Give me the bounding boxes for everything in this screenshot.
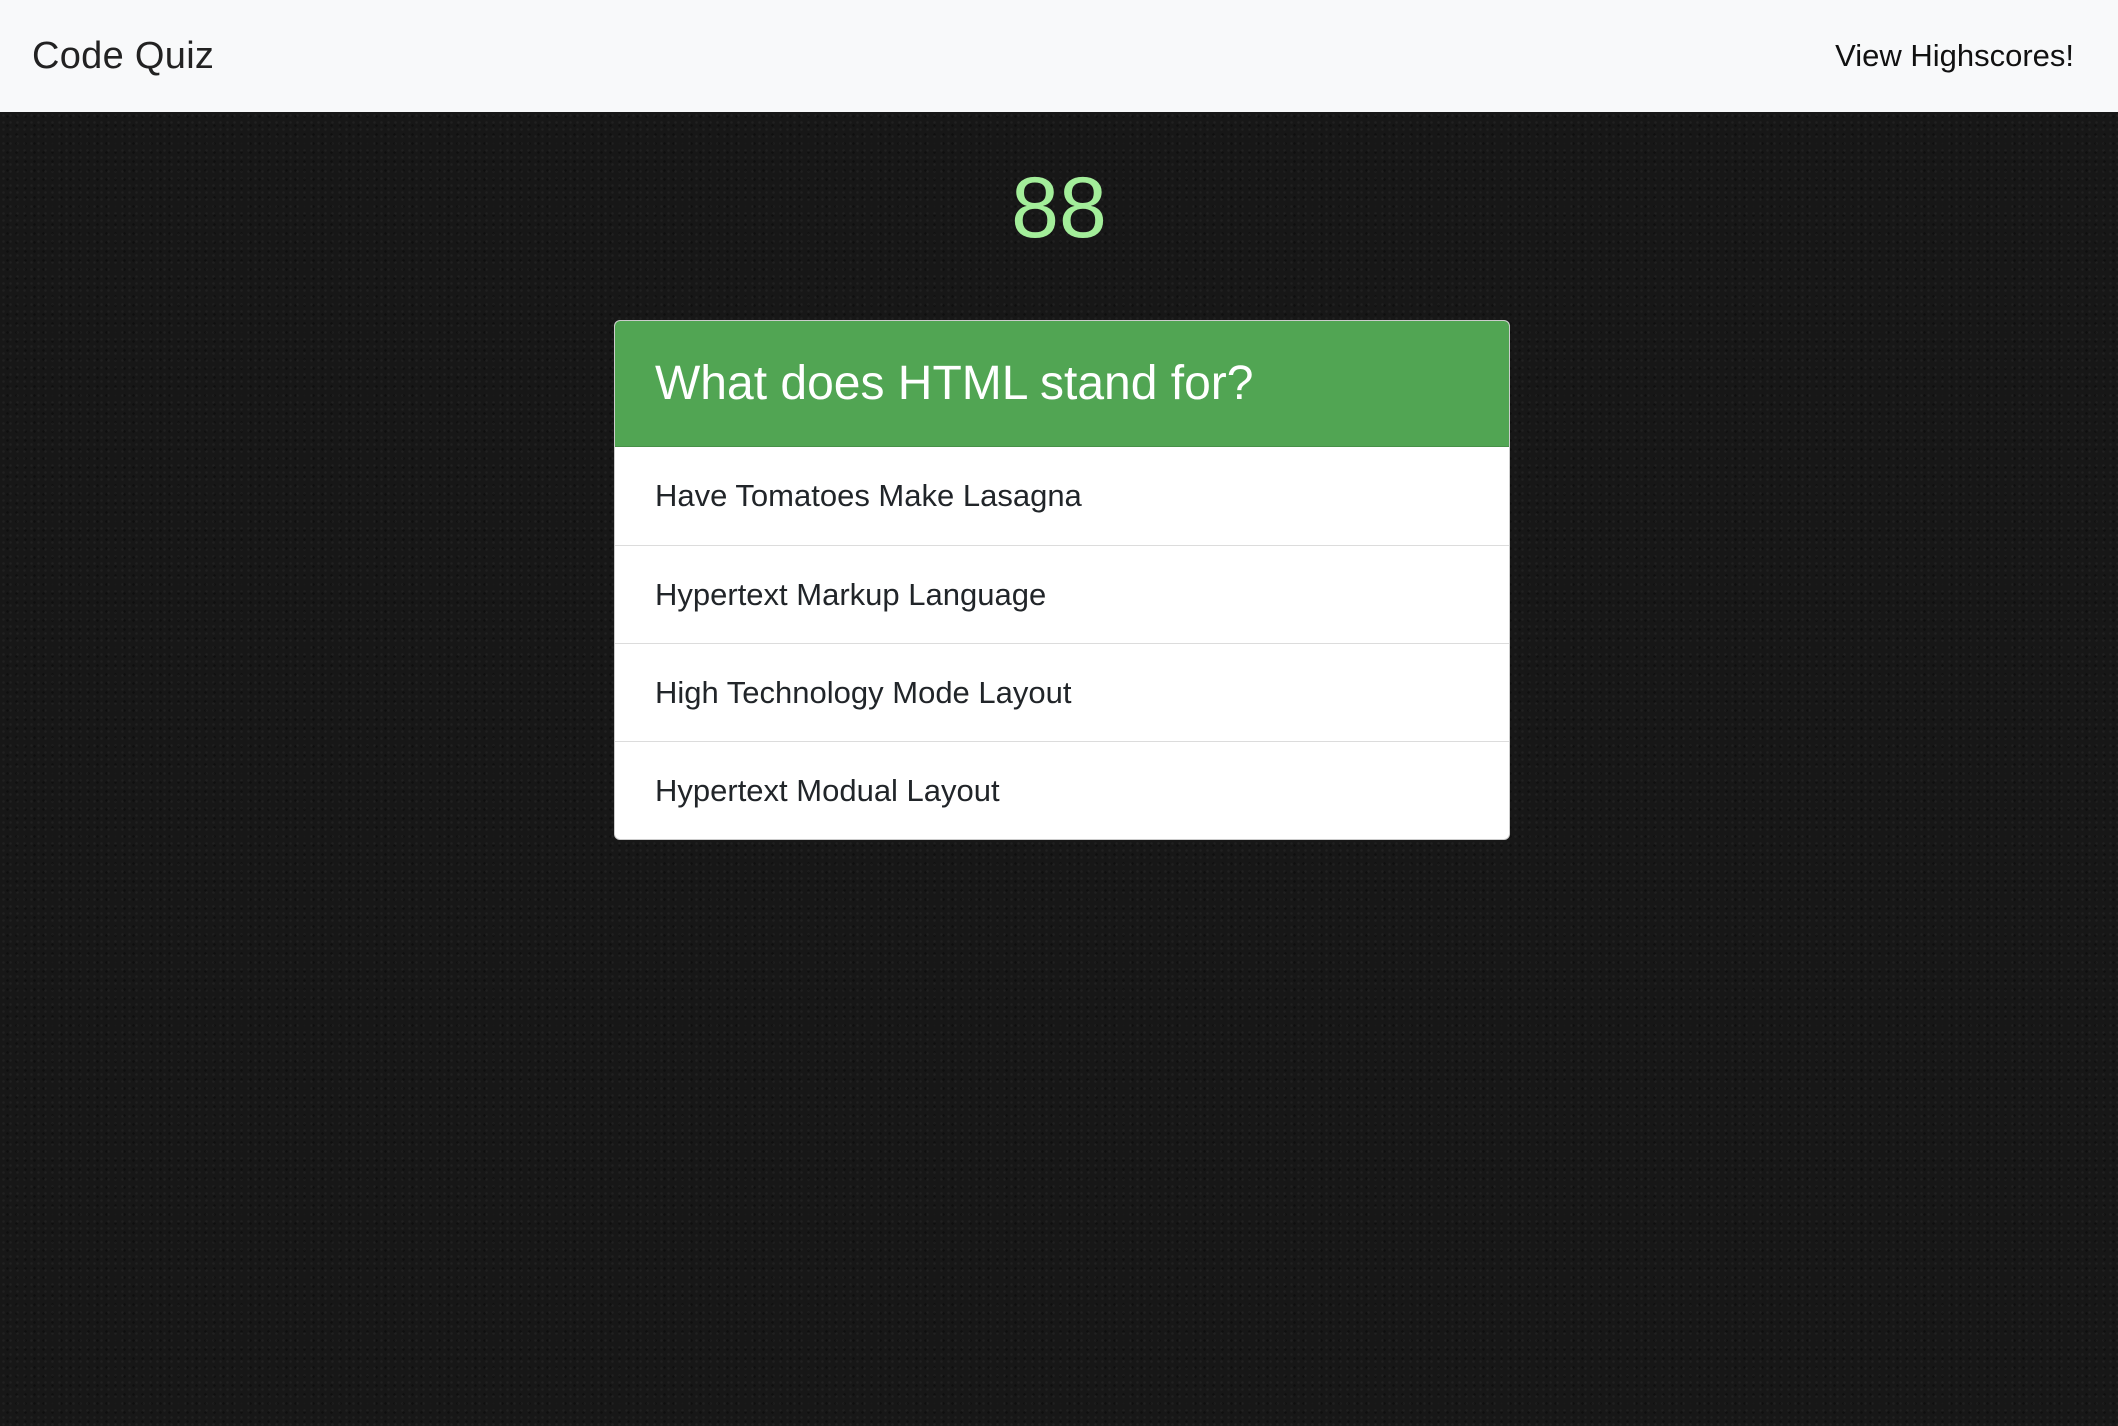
question-card: What does HTML stand for? Have Tomatoes … xyxy=(614,320,1510,840)
countdown-timer: 88 xyxy=(1011,160,1107,256)
top-navbar: Code Quiz View Highscores! xyxy=(0,0,2118,112)
answer-option[interactable]: High Technology Mode Layout xyxy=(615,643,1509,741)
answer-option[interactable]: Hypertext Modual Layout xyxy=(615,741,1509,839)
question-title: What does HTML stand for? xyxy=(615,321,1509,447)
brand-title[interactable]: Code Quiz xyxy=(32,35,214,78)
answer-list: Have Tomatoes Make Lasagna Hypertext Mar… xyxy=(615,447,1509,839)
answer-option[interactable]: Have Tomatoes Make Lasagna xyxy=(615,447,1509,545)
view-highscores-link[interactable]: View Highscores! xyxy=(1835,38,2074,74)
answer-option[interactable]: Hypertext Markup Language xyxy=(615,545,1509,643)
